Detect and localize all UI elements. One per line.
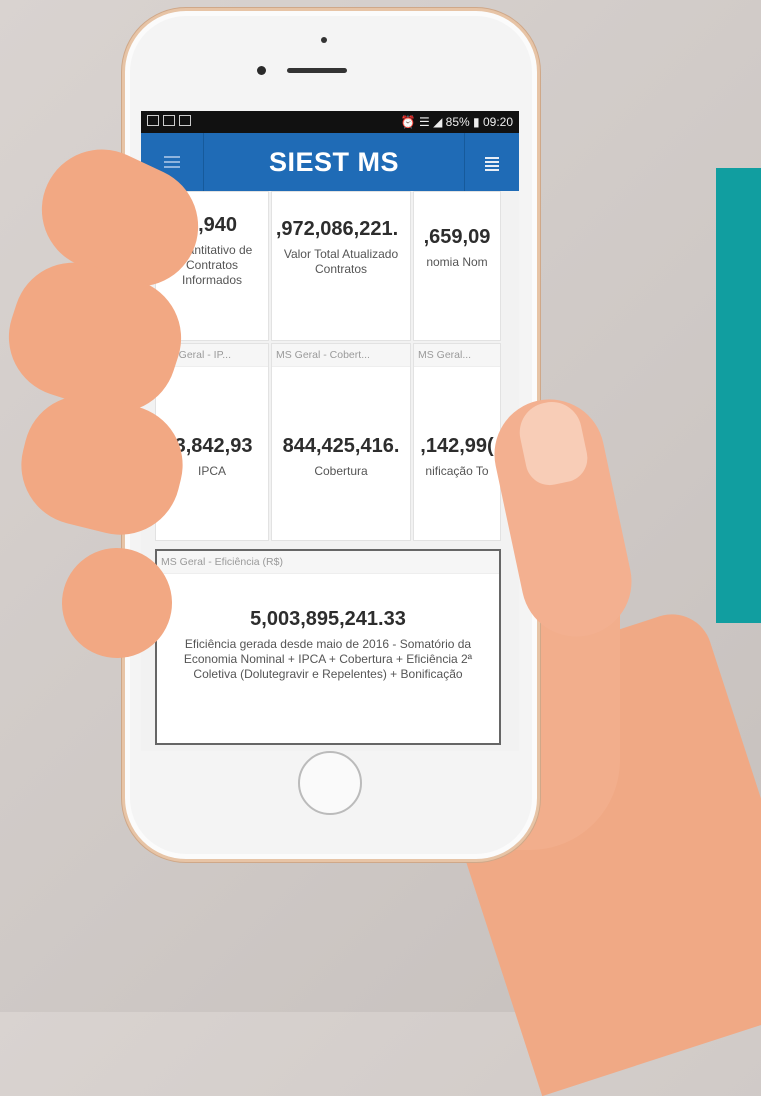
status-right: ⏰ ☰ ◢ 85% ▮ 09:20 (400, 115, 513, 129)
list-icon (485, 161, 499, 163)
card-label: nificação To (425, 464, 489, 478)
card-label: nomia Nom (426, 255, 488, 269)
teal-accent-panel (716, 168, 761, 623)
earpiece-speaker (287, 68, 347, 73)
notification-icons (147, 115, 195, 129)
card-efficiency[interactable]: MS Geral - Eficiência (R$) 5,003,895,241… (155, 549, 501, 745)
card-coverage[interactable]: MS Geral - Cobert... 844,425,416. Cobert… (271, 343, 411, 541)
home-button[interactable] (298, 751, 362, 815)
hamburger-icon (164, 161, 180, 163)
list-options-button[interactable] (464, 133, 519, 191)
efficiency-value: 5,003,895,241.33 (250, 608, 406, 630)
card-value: ,972,086,221. (275, 218, 399, 240)
card-value: ,659,09 (423, 226, 491, 248)
app-title: SIEST MS (268, 146, 400, 177)
status-bar: ⏰ ☰ ◢ 85% ▮ 09:20 (141, 111, 519, 133)
efficiency-description: Eficiência gerada desde maio de 2016 - S… (183, 637, 473, 681)
card-header: MS Geral... (414, 344, 500, 367)
card-value: ,142,99( (420, 435, 494, 457)
app-bar: SIEST MS (141, 133, 519, 191)
card-value: 844,425,416. (282, 435, 400, 457)
card-header: MS Geral - Eficiência (R$) (157, 551, 499, 574)
card-label: Valor Total Atualizado Contratos (283, 247, 399, 276)
phone-screen: ⏰ ☰ ◢ 85% ▮ 09:20 SIEST MS 1,940 Quantit… (141, 111, 519, 751)
card-header: MS Geral - Cobert... (272, 344, 410, 367)
dashboard-content: 1,940 Quantitativo de Contratos Informad… (141, 191, 519, 751)
proximity-sensor (257, 66, 266, 75)
card-bonus[interactable]: MS Geral... ,142,99( nificação To (413, 343, 501, 541)
card-label: Cobertura (314, 464, 368, 478)
smartphone: ⏰ ☰ ◢ 85% ▮ 09:20 SIEST MS 1,940 Quantit… (122, 8, 540, 862)
card-total-value[interactable]: ,972,086,221. Valor Total Atualizado Con… (271, 191, 411, 341)
front-camera (321, 37, 327, 43)
card-nominal-economy[interactable]: ,659,09 nomia Nom (413, 191, 501, 341)
